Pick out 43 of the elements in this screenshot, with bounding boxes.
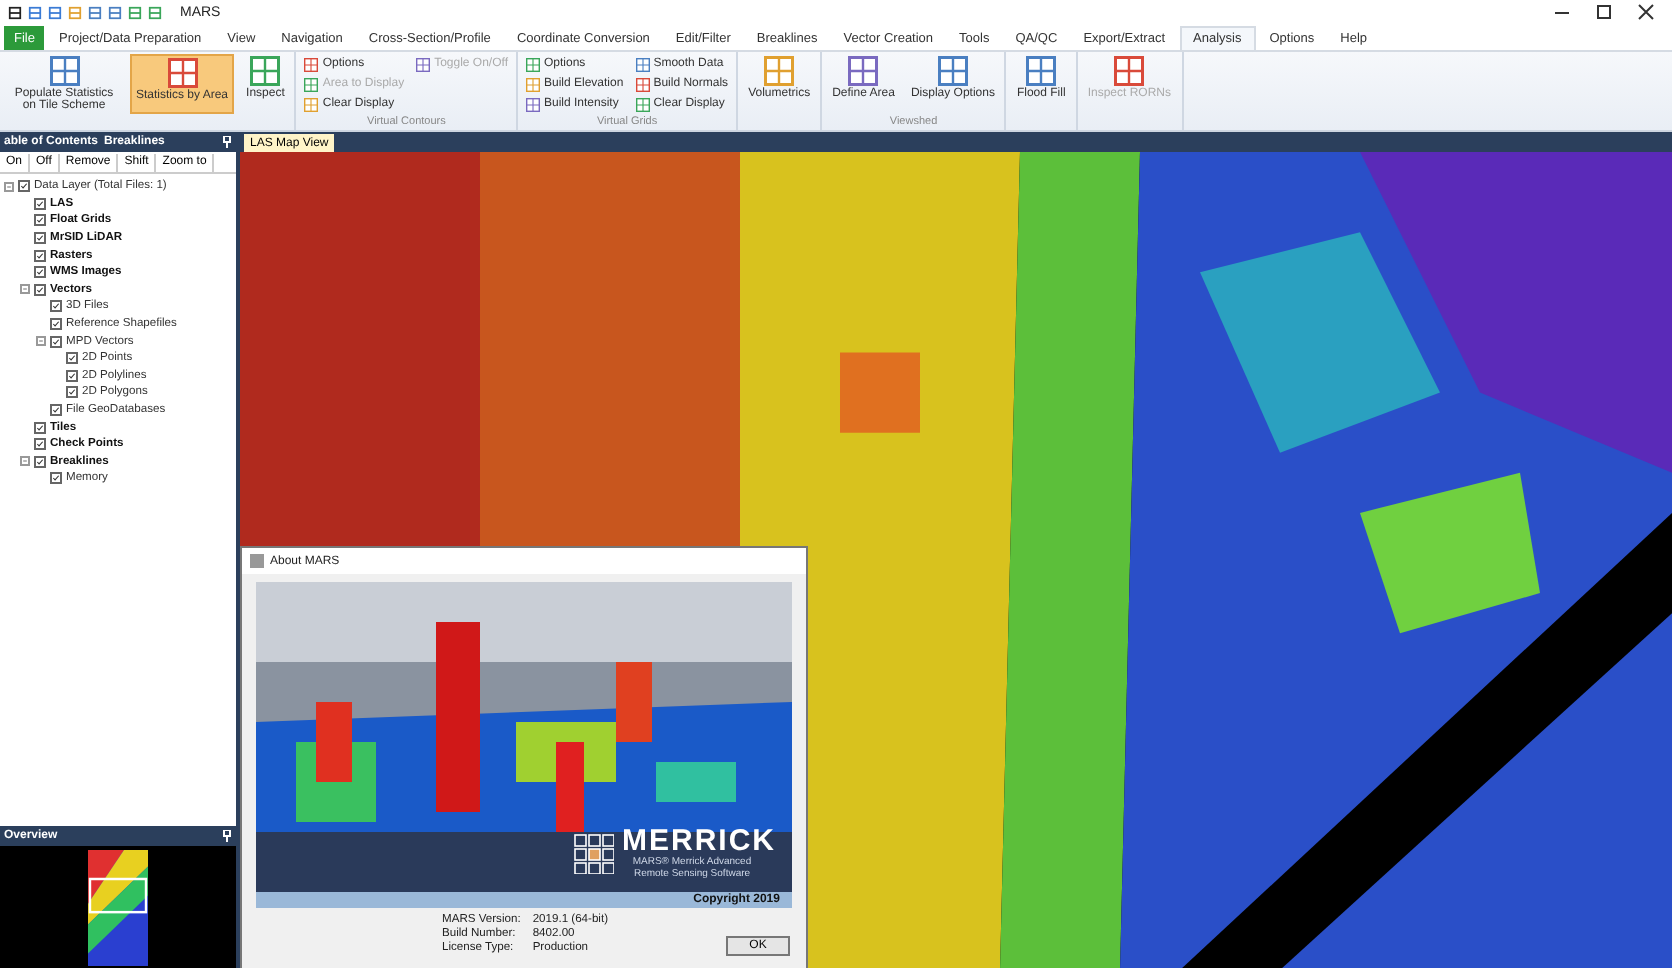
- grid-icon: [526, 57, 540, 71]
- checkbox[interactable]: [66, 386, 78, 399]
- grid-icon: [635, 57, 650, 71]
- grid-icon: [635, 77, 650, 91]
- checkbox[interactable]: [34, 438, 46, 451]
- grid-icon: [167, 58, 198, 88]
- minus-icon[interactable]: [20, 456, 30, 467]
- grid-icon: [304, 57, 319, 71]
- checkbox[interactable]: [34, 249, 46, 262]
- checkbox[interactable]: [34, 214, 46, 227]
- grid-icon: [1114, 56, 1145, 86]
- grid-icon: [304, 97, 319, 111]
- grid-icon: [416, 57, 431, 71]
- checkbox[interactable]: [18, 180, 30, 193]
- checkbox[interactable]: [50, 472, 62, 485]
- checkbox[interactable]: [34, 421, 46, 434]
- checkbox[interactable]: [34, 232, 46, 245]
- checkbox[interactable]: [34, 197, 46, 210]
- checkbox[interactable]: [34, 266, 46, 279]
- grid-icon: [49, 56, 79, 86]
- grid-icon: [250, 56, 281, 86]
- toolbar-icon[interactable]: [8, 5, 22, 19]
- checkbox[interactable]: [66, 369, 78, 382]
- grid-icon: [304, 77, 319, 91]
- checkbox[interactable]: [34, 283, 46, 296]
- grid-icon: [848, 56, 879, 86]
- checkbox[interactable]: [50, 335, 62, 348]
- grid-icon: [764, 56, 795, 86]
- minus-icon[interactable]: [20, 284, 30, 295]
- grid-icon: [937, 56, 968, 86]
- pin-icon[interactable]: [222, 830, 232, 842]
- checkbox[interactable]: [50, 300, 62, 313]
- minus-icon[interactable]: [36, 336, 46, 347]
- checkbox[interactable]: [66, 352, 78, 365]
- grid-icon: [526, 77, 540, 91]
- checkbox[interactable]: [50, 404, 62, 417]
- grid-icon: [526, 97, 540, 111]
- grid-icon: [635, 97, 650, 111]
- pin-icon[interactable]: [222, 136, 232, 148]
- checkbox[interactable]: [50, 318, 62, 331]
- minus-icon[interactable]: [4, 181, 14, 192]
- grid-icon: [1026, 56, 1057, 86]
- checkbox[interactable]: [34, 455, 46, 468]
